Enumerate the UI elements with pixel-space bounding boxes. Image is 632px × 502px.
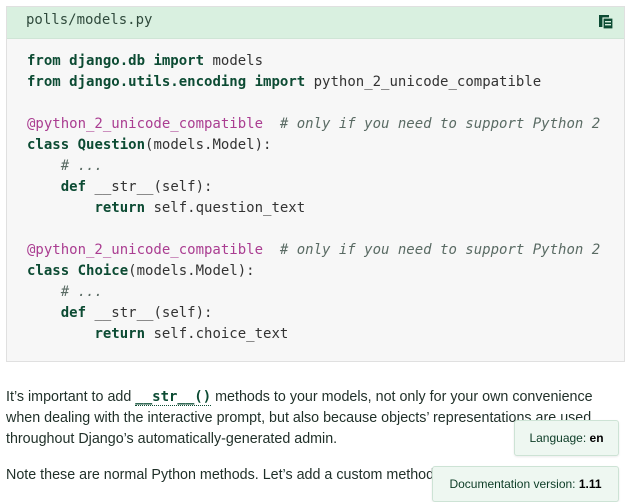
code-token: django.db bbox=[69, 53, 146, 69]
code-token: return bbox=[94, 326, 146, 342]
code-token: Question bbox=[77, 137, 146, 153]
code-token: python_2_unicode_compatible bbox=[305, 74, 542, 90]
code-token: (self): bbox=[153, 305, 213, 321]
code-token: django.utils.encoding bbox=[69, 74, 247, 90]
code-token: def bbox=[60, 179, 87, 195]
code-block: polls/models.py from django.db import mo… bbox=[6, 6, 625, 362]
paragraph-text: It’s important to add bbox=[6, 389, 136, 405]
code-token: __str__ bbox=[94, 179, 154, 195]
code-token: return bbox=[94, 200, 146, 216]
version-selector[interactable]: Documentation version: 1.11 bbox=[432, 466, 619, 502]
code-token: def bbox=[60, 305, 87, 321]
code-token: import bbox=[254, 74, 306, 90]
code-header: polls/models.py bbox=[7, 7, 624, 39]
code-token: (self): bbox=[153, 179, 213, 195]
code-token: from bbox=[27, 53, 61, 69]
code-token: from bbox=[27, 74, 61, 90]
code-token: # only if you need to support Python 2 bbox=[279, 116, 601, 132]
code-token: class bbox=[27, 263, 70, 279]
code-token: # ... bbox=[60, 284, 103, 300]
str-method-link[interactable]: __str__() bbox=[135, 389, 212, 406]
code-token: (models.Model): bbox=[145, 137, 272, 153]
language-selector[interactable]: Language: en bbox=[514, 420, 619, 456]
code-token: @python_2_unicode_compatible bbox=[27, 242, 264, 258]
code-token: # only if you need to support Python 2 bbox=[279, 242, 601, 258]
language-value: en bbox=[589, 431, 604, 445]
code-token: (models.Model): bbox=[128, 263, 255, 279]
code-token: self.choice_text bbox=[145, 326, 289, 342]
code-token: models bbox=[204, 53, 264, 69]
copy-icon[interactable] bbox=[598, 14, 614, 30]
code-content: from django.db import models from django… bbox=[27, 51, 600, 345]
language-label: Language: bbox=[529, 431, 587, 445]
code-filename: polls/models.py bbox=[26, 12, 153, 28]
code-token: class bbox=[27, 137, 70, 153]
code-token: __str__ bbox=[94, 305, 154, 321]
code-token: self.question_text bbox=[145, 200, 306, 216]
version-label: Documentation version: bbox=[449, 477, 576, 491]
code-token: @python_2_unicode_compatible bbox=[27, 116, 264, 132]
version-value: 1.11 bbox=[578, 477, 602, 491]
code-token: # ... bbox=[60, 158, 103, 174]
code-token: import bbox=[153, 53, 205, 69]
code-token: Choice bbox=[77, 263, 129, 279]
